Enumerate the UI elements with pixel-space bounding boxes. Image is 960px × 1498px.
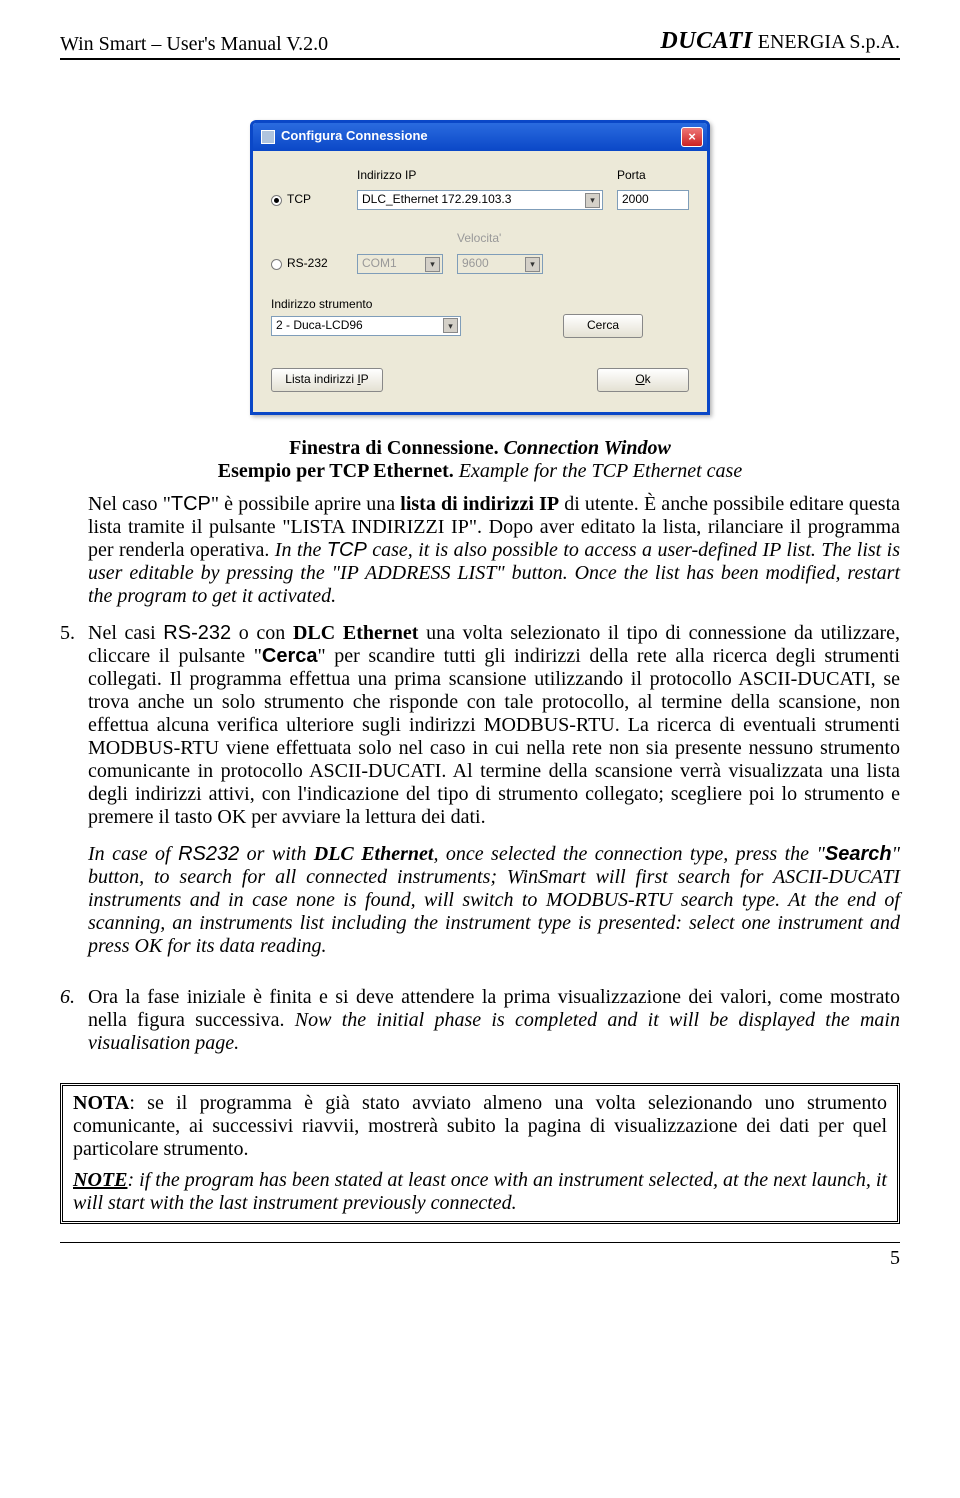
radio-rs232-label: RS-232 xyxy=(287,257,328,271)
titlebar: Configura Connessione × xyxy=(253,123,707,151)
brand-energia: ENERGIA S.p.A. xyxy=(753,31,900,53)
titlebar-text: Configura Connessione xyxy=(281,129,428,144)
item5-para-en: In case of RS232 or with DLC Ethernet, o… xyxy=(88,843,900,958)
page-number: 5 xyxy=(60,1247,900,1270)
com-combo-value: COM1 xyxy=(362,257,397,271)
note-it: NOTA: se il programma è già stato avviat… xyxy=(73,1092,887,1161)
item6-para: Ora la fase iniziale è finita e si deve … xyxy=(88,986,900,1055)
header-left: Win Smart – User's Manual V.2.0 xyxy=(60,33,328,56)
ok-button[interactable]: Ok xyxy=(597,368,689,392)
port-input[interactable]: 2000 xyxy=(617,190,689,210)
chevron-down-icon: ▾ xyxy=(525,257,540,272)
chevron-down-icon: ▾ xyxy=(425,257,440,272)
speed-label: Velocita' xyxy=(457,232,543,246)
numbered-list: 5. Nel casi RS-232 o con DLC Ethernet un… xyxy=(60,622,900,1069)
speed-combo: 9600 ▾ xyxy=(457,254,543,274)
com-combo: COM1 ▾ xyxy=(357,254,443,274)
port-label: Porta xyxy=(617,169,689,183)
footer-rule xyxy=(60,1242,900,1243)
chevron-down-icon[interactable]: ▾ xyxy=(443,318,458,333)
radio-rs232[interactable] xyxy=(271,259,282,270)
instrument-combo[interactable]: 2 - Duca-LCD96 ▾ xyxy=(271,316,461,336)
ip-label: Indirizzo IP xyxy=(357,169,603,183)
instrument-label: Indirizzo strumento xyxy=(271,298,689,312)
figure-caption: Finestra di Connessione. Connection Wind… xyxy=(60,437,900,483)
window-icon xyxy=(261,130,275,144)
page-header: Win Smart – User's Manual V.2.0 DUCATI E… xyxy=(60,28,900,56)
ip-combo[interactable]: DLC_Ethernet 172.29.103.3 ▾ xyxy=(357,190,603,210)
brand-ducati: DUCATI xyxy=(660,28,752,54)
ip-list-button-label: Lista indirizzi IP xyxy=(285,373,368,387)
instrument-combo-value: 2 - Duca-LCD96 xyxy=(276,319,363,333)
header-right: DUCATI ENERGIA S.p.A. xyxy=(660,28,900,56)
note-en: NOTE: if the program has been stated at … xyxy=(73,1169,887,1215)
chevron-down-icon[interactable]: ▾ xyxy=(585,193,600,208)
ip-list-button[interactable]: Lista indirizzi IP xyxy=(271,368,383,392)
dialog-body: Indirizzo IP Porta TCP DLC_Ethernet 172.… xyxy=(253,151,707,412)
radio-tcp[interactable] xyxy=(271,195,282,206)
note-box: NOTA: se il programma è già stato avviat… xyxy=(60,1083,900,1224)
speed-combo-value: 9600 xyxy=(462,257,489,271)
search-button[interactable]: Cerca xyxy=(563,314,643,338)
close-icon[interactable]: × xyxy=(681,127,703,147)
radio-tcp-label: TCP xyxy=(287,193,311,207)
header-rule xyxy=(60,58,900,60)
list-item-5: 5. Nel casi RS-232 o con DLC Ethernet un… xyxy=(60,622,900,972)
port-input-value: 2000 xyxy=(622,193,649,207)
item5-para-it: Nel casi RS-232 o con DLC Ethernet una v… xyxy=(88,622,900,829)
intro-paragraph: Nel caso "TCP" è possibile aprire una li… xyxy=(88,493,900,608)
ok-button-label: Ok xyxy=(635,373,650,387)
connection-dialog: Configura Connessione × Indirizzo IP Por… xyxy=(250,120,710,415)
list-item-6: 6. Ora la fase iniziale è finita e si de… xyxy=(60,986,900,1069)
ip-combo-value: DLC_Ethernet 172.29.103.3 xyxy=(362,193,511,207)
dialog-wrapper: Configura Connessione × Indirizzo IP Por… xyxy=(60,120,900,415)
